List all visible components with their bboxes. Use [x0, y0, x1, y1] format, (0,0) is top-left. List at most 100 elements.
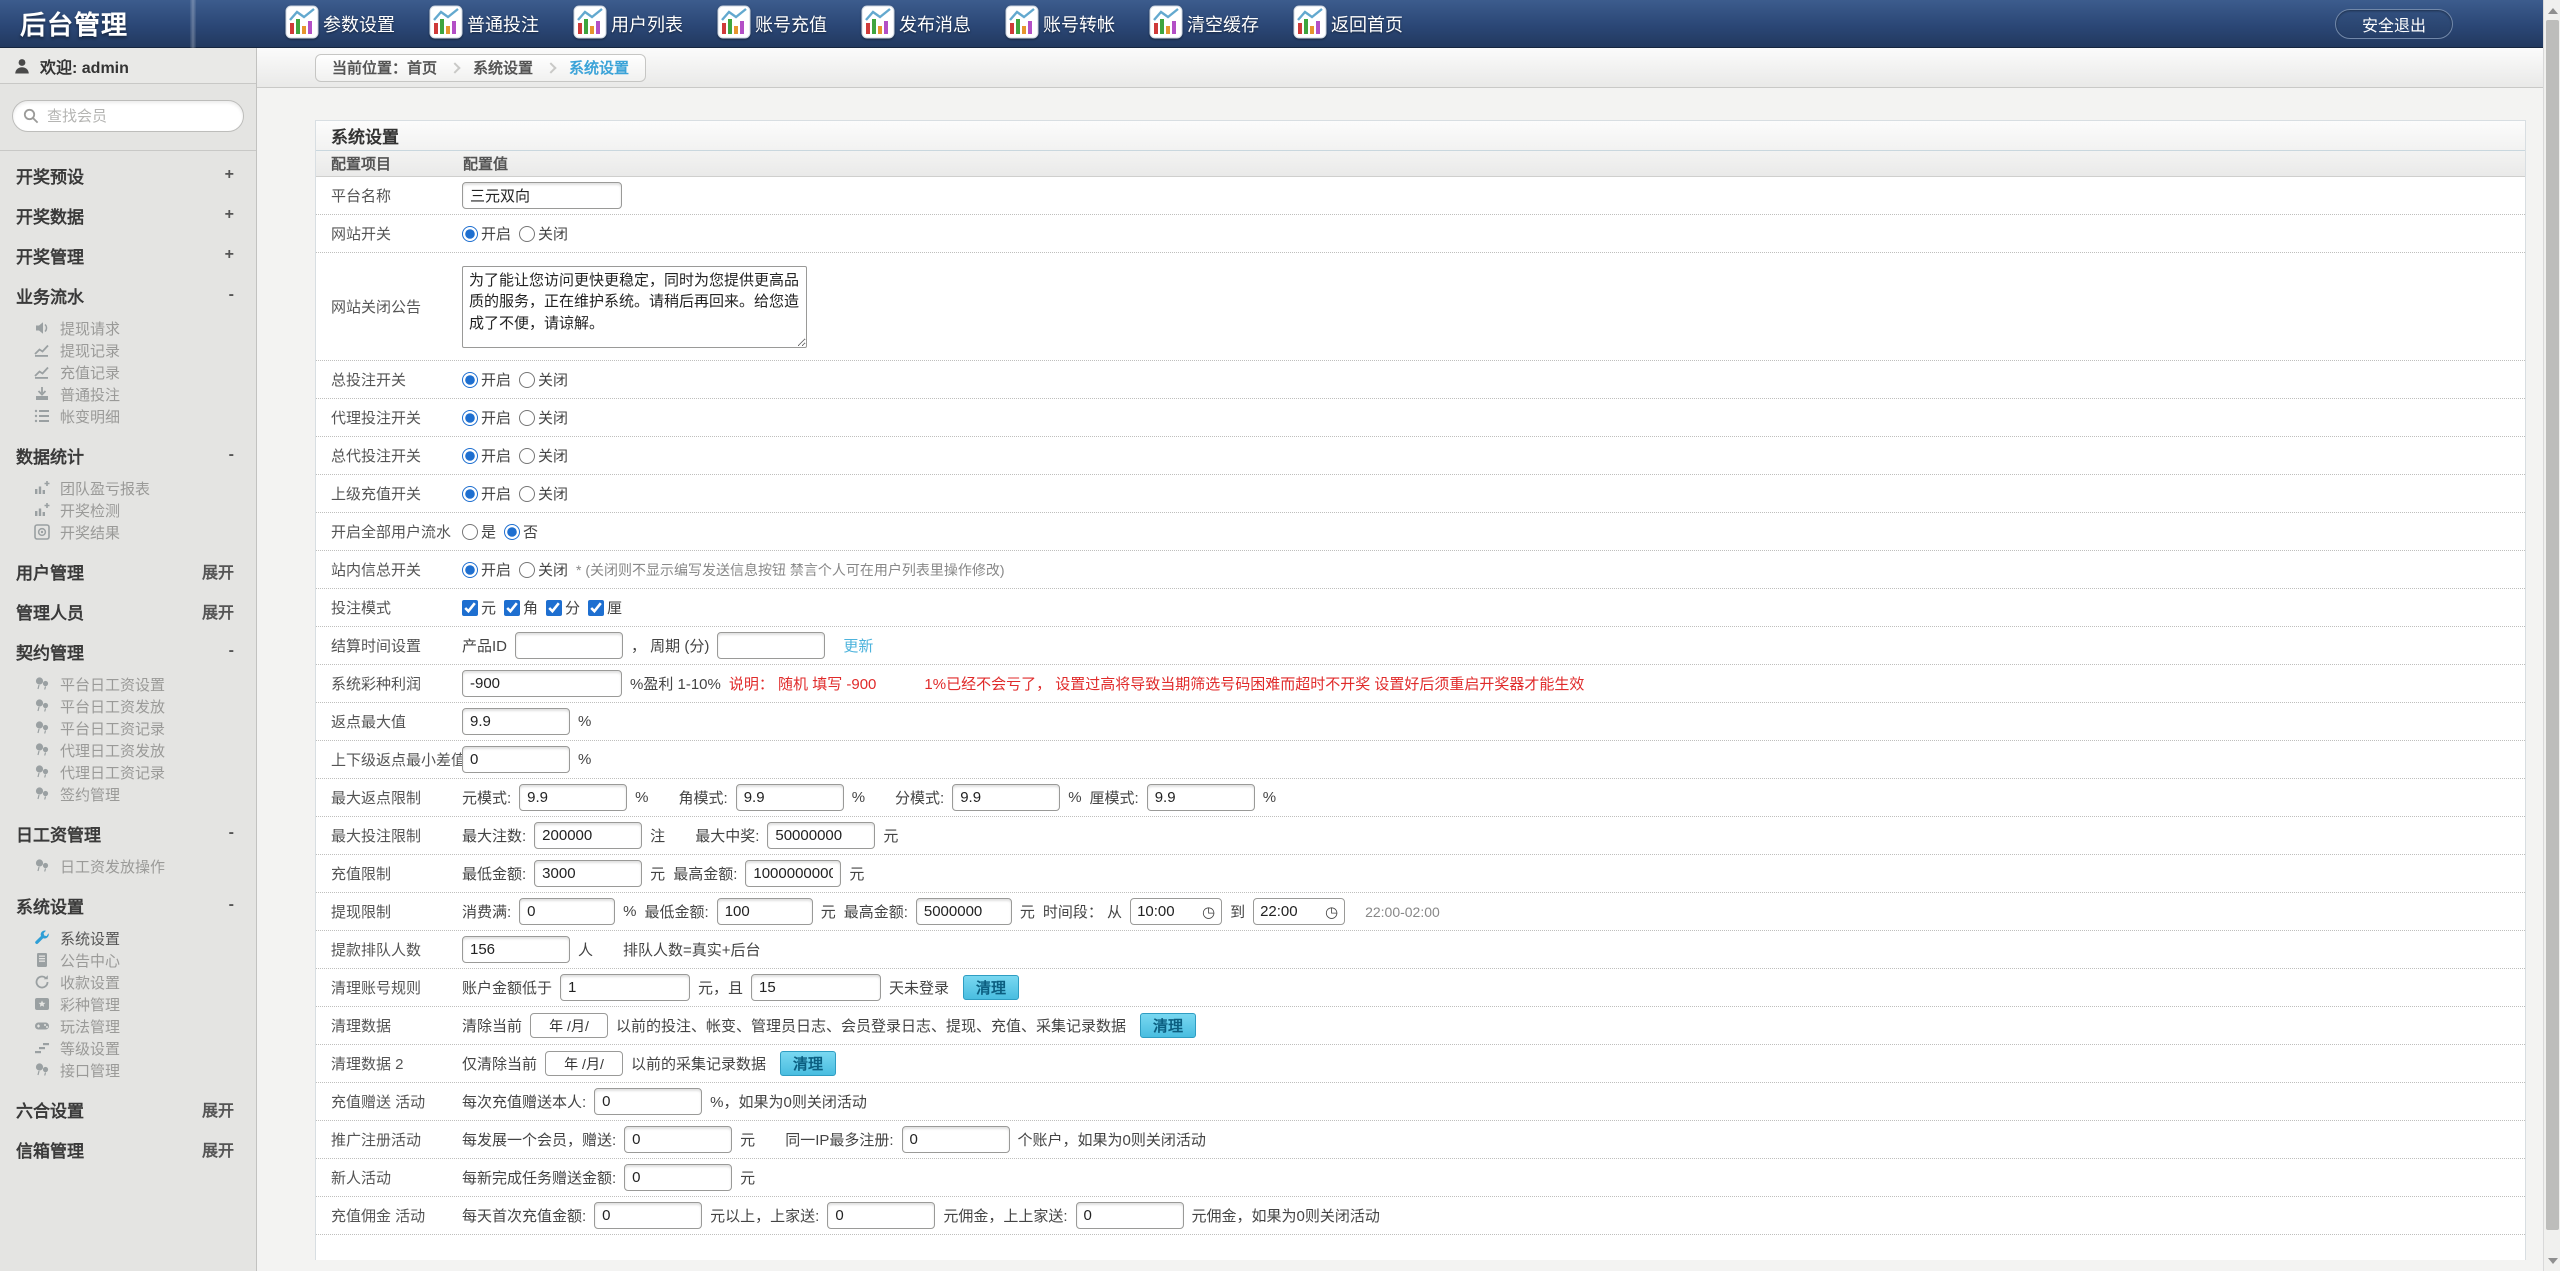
radio-input[interactable]	[504, 523, 521, 540]
sidebar-group-系统设置[interactable]: 系统设置 -	[0, 885, 256, 925]
sidebar-group-indicator[interactable]: -	[229, 286, 234, 304]
radio-option[interactable]: 关闭	[519, 559, 568, 580]
clean-button[interactable]: 清理	[780, 1051, 837, 1076]
checkbox-option[interactable]: 分	[546, 597, 580, 618]
sidebar-item-代理日工资发放[interactable]: 代理日工资发放	[0, 739, 256, 761]
sidebar-item-提现记录[interactable]: 提现记录	[0, 339, 256, 361]
radio-input[interactable]	[519, 485, 536, 502]
radio-option[interactable]: 开启	[462, 559, 511, 580]
time-input[interactable]: 10:00 ◷	[1130, 898, 1223, 925]
nav-item-发布消息[interactable]: 发布消息	[861, 5, 1005, 43]
sidebar-group-indicator[interactable]: 展开	[202, 1097, 234, 1121]
sidebar-item-系统设置[interactable]: 系统设置	[0, 927, 256, 949]
radio-option[interactable]: 关闭	[519, 369, 568, 390]
sidebar-group-用户管理[interactable]: 用户管理 展开	[0, 551, 256, 591]
radio-option[interactable]: 开启	[462, 407, 511, 428]
sidebar-group-契约管理[interactable]: 契约管理 -	[0, 631, 256, 671]
checkbox-input[interactable]	[546, 599, 563, 616]
sidebar-group-indicator[interactable]: +	[225, 246, 234, 264]
sidebar-item-平台日工资设置[interactable]: 平台日工资设置	[0, 673, 256, 695]
sidebar-item-帐变明细[interactable]: 帐变明细	[0, 405, 256, 427]
radio-input[interactable]	[462, 371, 478, 388]
radio-input[interactable]	[519, 447, 536, 464]
checkbox-input[interactable]	[588, 599, 605, 616]
search-input[interactable]	[12, 100, 244, 132]
sidebar-item-提现请求[interactable]: 提现请求	[0, 317, 256, 339]
sidebar-group-业务流水[interactable]: 业务流水 -	[0, 275, 256, 315]
sidebar-group-开奖数据[interactable]: 开奖数据 +	[0, 195, 256, 235]
announcement-textarea[interactable]	[462, 265, 807, 348]
config-text-input[interactable]	[767, 822, 876, 849]
nav-item-账号转帐[interactable]: 账号转帐	[1005, 5, 1149, 43]
config-text-input[interactable]	[624, 1126, 733, 1153]
clean-button[interactable]: 清理	[1140, 1013, 1197, 1038]
checkbox-input[interactable]	[462, 599, 478, 616]
radio-option[interactable]: 开启	[462, 483, 511, 504]
breadcrumb-item[interactable]: 首页	[407, 57, 437, 78]
sidebar-item-普通投注[interactable]: 普通投注	[0, 383, 256, 405]
sidebar-item-彩种管理[interactable]: 彩种管理	[0, 993, 256, 1015]
sidebar-group-indicator[interactable]: 展开	[202, 599, 234, 623]
sidebar-group-indicator[interactable]: +	[225, 206, 234, 224]
radio-option[interactable]: 开启	[462, 445, 511, 466]
sidebar-item-玩法管理[interactable]: 玩法管理	[0, 1015, 256, 1037]
clean-button[interactable]: 清理	[963, 975, 1020, 1000]
config-text-input[interactable]	[560, 974, 691, 1001]
breadcrumb-item[interactable]: 系统设置	[473, 57, 533, 78]
config-text-input[interactable]	[594, 1088, 703, 1115]
config-text-input[interactable]	[751, 974, 882, 1001]
config-text-input[interactable]	[462, 936, 570, 963]
sidebar-group-indicator[interactable]: -	[229, 642, 234, 660]
config-text-input[interactable]	[827, 1202, 936, 1229]
config-text-input[interactable]	[462, 670, 622, 697]
nav-item-账号充值[interactable]: 账号充值	[717, 5, 861, 43]
breadcrumb-item[interactable]: 系统设置	[569, 57, 629, 78]
config-text-input[interactable]	[1075, 1202, 1184, 1229]
sidebar-item-等级设置[interactable]: 等级设置	[0, 1037, 256, 1059]
config-text-input[interactable]	[462, 746, 570, 773]
radio-option[interactable]: 开启	[462, 223, 511, 244]
sidebar-item-团队盈亏报表[interactable]: 团队盈亏报表	[0, 477, 256, 499]
config-text-input[interactable]	[717, 632, 826, 659]
date-input[interactable]: 年 /月/	[530, 1013, 609, 1038]
sidebar-item-平台日工资发放[interactable]: 平台日工资发放	[0, 695, 256, 717]
sidebar-group-开奖预设[interactable]: 开奖预设 +	[0, 155, 256, 195]
config-text-input[interactable]	[952, 784, 1061, 811]
sidebar-group-indicator[interactable]: +	[225, 166, 234, 184]
radio-input[interactable]	[519, 225, 536, 242]
update-link[interactable]: 更新	[843, 635, 873, 656]
config-text-input[interactable]	[534, 822, 643, 849]
config-text-input[interactable]	[1146, 784, 1255, 811]
checkbox-option[interactable]: 厘	[588, 597, 622, 618]
scroll-up-arrow[interactable]	[2544, 2, 2560, 19]
sidebar-item-签约管理[interactable]: 签约管理	[0, 783, 256, 805]
nav-item-返回首页[interactable]: 返回首页	[1293, 5, 1437, 43]
radio-option[interactable]: 是	[462, 521, 496, 542]
sidebar-group-数据统计[interactable]: 数据统计 -	[0, 435, 256, 475]
sidebar-group-六合设置[interactable]: 六合设置 展开	[0, 1089, 256, 1129]
radio-option[interactable]: 关闭	[519, 407, 568, 428]
radio-option[interactable]: 开启	[462, 369, 511, 390]
config-text-input[interactable]	[716, 898, 813, 925]
config-text-input[interactable]	[735, 784, 844, 811]
sidebar-group-indicator[interactable]: -	[229, 896, 234, 914]
config-text-input[interactable]	[519, 898, 616, 925]
radio-option[interactable]: 关闭	[519, 483, 568, 504]
sidebar-group-indicator[interactable]: -	[229, 446, 234, 464]
scrollbar-thumb[interactable]	[2546, 20, 2559, 1230]
radio-option[interactable]: 关闭	[519, 445, 568, 466]
config-text-input[interactable]	[462, 708, 570, 735]
radio-input[interactable]	[462, 225, 478, 242]
sidebar-group-日工资管理[interactable]: 日工资管理 -	[0, 813, 256, 853]
sidebar-group-管理人员[interactable]: 管理人员 展开	[0, 591, 256, 631]
config-text-input[interactable]	[519, 784, 628, 811]
radio-input[interactable]	[462, 561, 478, 578]
time-input[interactable]: 22:00 ◷	[1253, 898, 1346, 925]
sidebar-item-代理日工资记录[interactable]: 代理日工资记录	[0, 761, 256, 783]
config-text-input[interactable]	[745, 860, 842, 887]
sidebar-group-开奖管理[interactable]: 开奖管理 +	[0, 235, 256, 275]
radio-input[interactable]	[519, 561, 536, 578]
config-text-input[interactable]	[624, 1164, 733, 1191]
date-input[interactable]: 年 /月/	[545, 1051, 624, 1076]
sidebar-item-开奖检测[interactable]: 开奖检测	[0, 499, 256, 521]
